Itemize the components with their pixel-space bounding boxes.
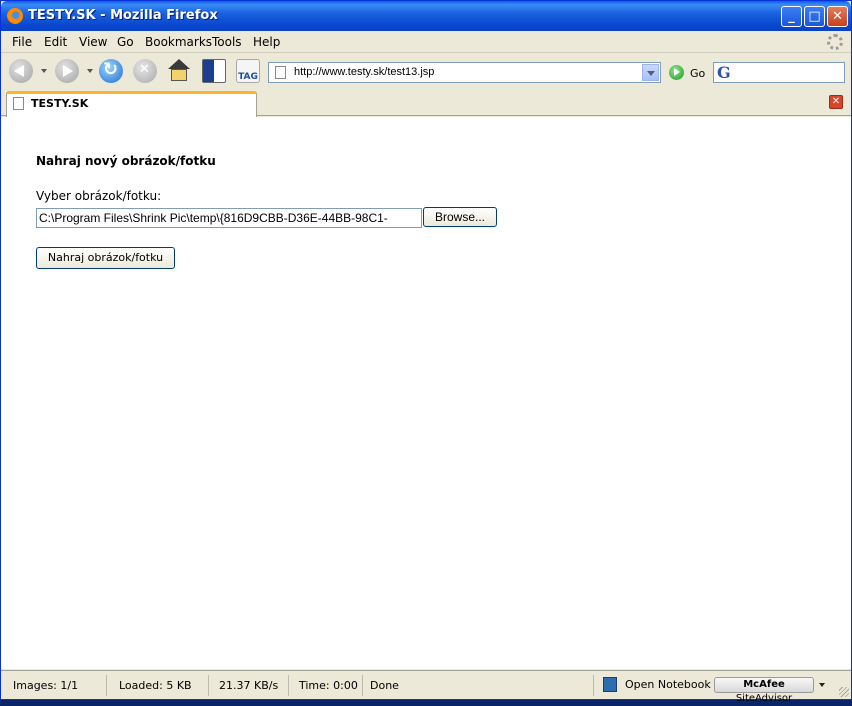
page-heading: Nahraj nový obrázok/fotku — [36, 154, 216, 168]
url-text[interactable]: http://www.testy.sk/test13.jsp — [294, 66, 434, 78]
reload-icon[interactable] — [99, 59, 123, 83]
file-path-input[interactable]: C:\Program Files\Shrink Pic\temp\{816D9C… — [36, 208, 422, 228]
menu-edit[interactable]: Edit — [44, 35, 67, 49]
forward-arrow-icon[interactable] — [55, 59, 79, 83]
back-arrow-icon[interactable] — [9, 59, 33, 83]
menu-tools[interactable]: Tools — [212, 35, 242, 49]
address-bar[interactable]: http://www.testy.sk/test13.jsp — [268, 62, 661, 83]
status-images: Images: 1/1 — [9, 675, 107, 696]
menu-bar: File Edit View Go Bookmarks Tools Help — [1, 31, 851, 53]
stop-icon[interactable] — [133, 59, 157, 83]
notebook-icon[interactable] — [603, 677, 617, 692]
browse-button[interactable]: Browse... — [423, 207, 497, 227]
open-notebook-link[interactable]: Open Notebook — [625, 678, 711, 691]
status-loaded: Loaded: 5 KB — [115, 675, 209, 696]
siteadvisor-dropdown-icon[interactable] — [819, 683, 825, 687]
menu-file[interactable]: File — [12, 35, 32, 49]
activity-throbber-icon — [827, 34, 843, 50]
browser-window: TESTY.SK - Mozilla Firefox _ □ ✕ File Ed… — [0, 0, 852, 704]
tab-strip: TESTY.SK ✕ — [1, 89, 851, 117]
page-content: Nahraj nový obrázok/fotku Vyber obrázok/… — [1, 117, 851, 669]
minimize-button[interactable]: _ — [781, 6, 802, 27]
status-bar: Images: 1/1 Loaded: 5 KB 21.37 KB/s Time… — [1, 670, 851, 704]
siteadvisor-label: SiteAdvisor — [735, 693, 793, 704]
go-arrow-icon[interactable] — [669, 65, 684, 80]
status-speed: 21.37 KB/s — [215, 675, 289, 696]
search-box[interactable]: G — [713, 62, 845, 83]
window-title: TESTY.SK - Mozilla Firefox — [28, 8, 218, 23]
status-time: Time: 0:00 — [295, 675, 363, 696]
page-icon — [13, 97, 24, 110]
close-window-button[interactable]: ✕ — [827, 6, 848, 27]
close-tab-icon[interactable]: ✕ — [829, 95, 843, 109]
menu-view[interactable]: View — [79, 35, 107, 49]
tag-icon[interactable]: TAG — [236, 59, 260, 83]
menu-go[interactable]: Go — [117, 35, 134, 49]
back-history-dropdown-icon[interactable] — [41, 69, 47, 73]
resize-grip-icon[interactable] — [839, 687, 849, 697]
forward-history-dropdown-icon[interactable] — [87, 69, 93, 73]
maximize-button[interactable]: □ — [804, 6, 825, 27]
menu-help[interactable]: Help — [253, 35, 280, 49]
firefox-icon — [7, 8, 23, 24]
file-field-label: Vyber obrázok/fotku: — [36, 189, 162, 203]
mcafee-brand: McAfee — [743, 679, 785, 690]
home-icon[interactable] — [167, 59, 191, 83]
navigation-toolbar: TAG http://www.testy.sk/test13.jsp Go G — [1, 54, 851, 89]
title-bar[interactable]: TESTY.SK - Mozilla Firefox _ □ ✕ — [1, 1, 851, 31]
siteadvisor-button[interactable]: McAfee SiteAdvisor — [714, 677, 814, 704]
window-layout-icon[interactable] — [202, 59, 226, 83]
upload-submit-button[interactable]: Nahraj obrázok/fotku — [36, 247, 175, 269]
go-button-label[interactable]: Go — [690, 67, 705, 80]
menu-bookmarks[interactable]: Bookmarks — [145, 35, 212, 49]
tab-title: TESTY.SK — [31, 97, 89, 110]
status-state: Done — [366, 675, 594, 696]
page-icon — [275, 66, 286, 79]
google-search-engine-icon[interactable]: G — [717, 65, 733, 81]
tab-testy[interactable]: TESTY.SK — [6, 91, 257, 117]
url-history-dropdown-icon[interactable] — [642, 64, 659, 81]
